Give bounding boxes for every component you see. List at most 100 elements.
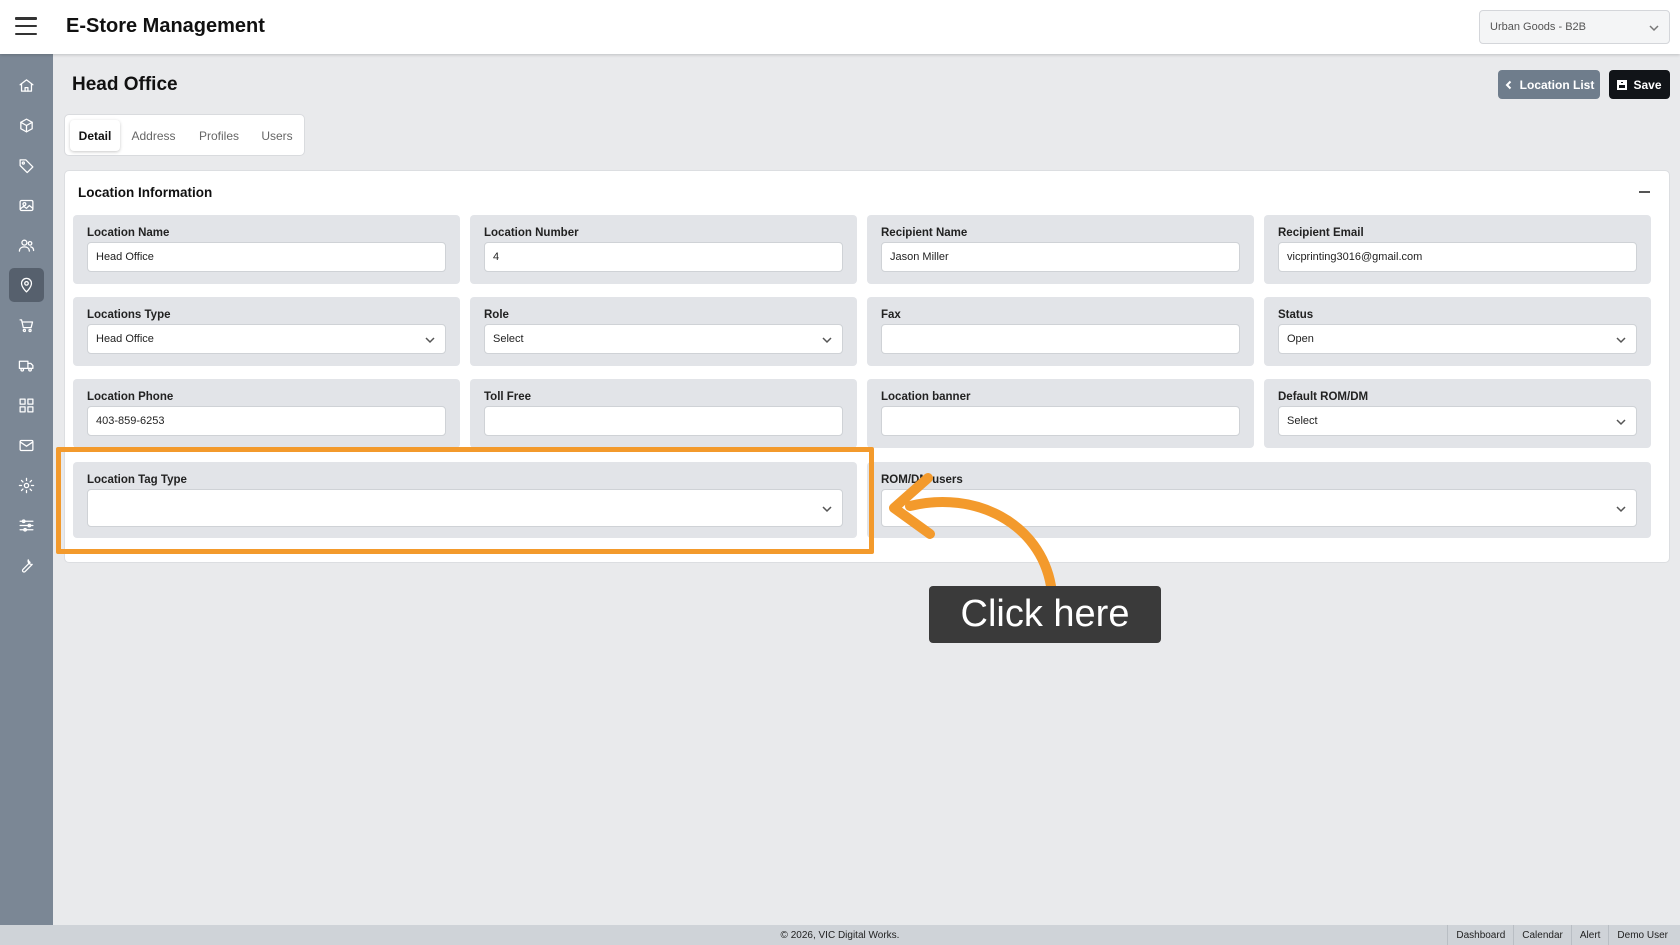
toll-free-input[interactable] [484,406,843,436]
gear-icon [18,477,35,493]
chevron-down-icon [822,335,832,347]
sidebar-item-media[interactable] [9,188,44,222]
truck-icon [18,360,34,372]
role-select[interactable]: Select [484,324,843,354]
copyright-text: © 2026, VIC Digital Works. [780,930,900,941]
recipient-email-input[interactable]: vicprinting3016@gmail.com [1278,242,1637,272]
footer-links: Dashboard Calendar Alert Demo User [1447,925,1676,945]
store-selector[interactable]: Urban Goods - B2B [1479,10,1670,44]
sidebar-item-tags[interactable] [9,148,44,182]
default-rom-dm-field: Default ROM/DM Select [1264,379,1651,448]
toll-free-field: Toll Free [470,379,857,448]
location-list-button-label: Location List [1519,77,1595,92]
chevron-down-icon [822,504,832,516]
chevron-left-icon [1505,80,1511,89]
locations-type-select[interactable]: Head Office [87,324,446,354]
location-number-input[interactable]: 4 [484,242,843,272]
sidebar-item-customers[interactable] [9,228,44,262]
sidebar-item-shipping[interactable] [9,348,44,382]
recipient-name-input[interactable]: Jason Miller [881,242,1240,272]
app-title: E-Store Management [66,15,265,37]
sidebar [0,54,53,925]
locations-type-label: Locations Type [87,309,171,321]
save-button-label: Save [1633,77,1662,92]
chevron-down-icon [425,335,435,347]
rom-dm-users-select[interactable] [881,489,1637,527]
location-tag-type-field: Location Tag Type [73,462,857,538]
mail-icon [19,439,34,451]
locations-type-field: Locations Type Head Office [73,297,460,366]
card-title: Location Information [78,185,213,200]
tab-address[interactable]: Address [126,120,181,151]
recipient-name-label: Recipient Name [881,227,968,239]
status-value: Open [1287,333,1314,345]
location-banner-label: Location banner [881,391,971,403]
tab-detail[interactable]: Detail [70,120,120,151]
tag-icon [19,158,34,173]
sidebar-item-products[interactable] [9,108,44,142]
location-tag-type-select[interactable] [87,489,843,527]
save-button[interactable]: Save [1609,70,1670,99]
location-phone-field: Location Phone 403-859-6253 [73,379,460,448]
rom-dm-users-field: ROM/DM users [867,462,1651,538]
status-label: Status [1278,309,1314,321]
fax-input[interactable] [881,324,1240,354]
box-icon [20,117,33,133]
default-rom-dm-value: Select [1287,415,1318,427]
role-field: Role Select [470,297,857,366]
chevron-down-icon [1616,504,1626,516]
location-banner-input[interactable] [881,406,1240,436]
store-selector-value: Urban Goods - B2B [1490,21,1586,33]
home-icon [19,78,34,92]
footer: © 2026, VIC Digital Works. Dashboard Cal… [0,925,1680,945]
location-name-input[interactable]: Head Office [87,242,446,272]
sidebar-item-tools[interactable] [9,548,44,582]
location-phone-label: Location Phone [87,391,174,403]
fax-label: Fax [881,309,901,321]
default-rom-dm-label: Default ROM/DM [1278,391,1369,403]
default-rom-dm-select[interactable]: Select [1278,406,1637,436]
sidebar-item-locations[interactable] [9,268,44,302]
locations-type-value: Head Office [96,333,154,345]
sidebar-item-catalog[interactable] [9,388,44,422]
location-tag-type-label: Location Tag Type [87,474,187,486]
sidebar-item-settings[interactable] [9,468,44,502]
save-icon [1617,79,1628,90]
location-name-label: Location Name [87,227,170,239]
sidebar-item-messages[interactable] [9,428,44,462]
footer-link-alert[interactable]: Alert [1570,925,1609,945]
top-bar: E-Store Management Urban Goods - B2B [0,0,1680,54]
footer-link-calendar[interactable]: Calendar [1513,925,1571,945]
tab-users[interactable]: Users [255,120,299,151]
footer-link-user[interactable]: Demo User [1608,925,1676,945]
recipient-name-field: Recipient Name Jason Miller [867,215,1254,284]
recipient-email-label: Recipient Email [1278,227,1364,239]
users-icon [18,239,35,252]
location-list-button[interactable]: Location List [1498,70,1600,99]
location-banner-field: Location banner [867,379,1254,448]
role-label: Role [484,309,509,321]
rom-dm-users-label: ROM/DM users [881,474,963,486]
sidebar-item-home[interactable] [9,68,44,102]
recipient-email-field: Recipient Email vicprinting3016@gmail.co… [1264,215,1651,284]
toll-free-label: Toll Free [484,391,532,403]
grid-icon [19,397,34,413]
location-pin-icon [20,277,33,293]
cart-icon [19,318,34,332]
chevron-down-icon [1649,23,1659,35]
status-select[interactable]: Open [1278,324,1637,354]
footer-link-dashboard[interactable]: Dashboard [1447,925,1513,945]
chevron-down-icon [1616,335,1626,347]
wrench-icon [21,558,33,573]
role-value: Select [493,333,524,345]
tutorial-tooltip: Click here [929,586,1161,643]
collapse-icon[interactable] [1639,191,1650,193]
sliders-icon [19,518,34,532]
tab-profiles[interactable]: Profiles [189,120,249,151]
fax-field: Fax [867,297,1254,366]
location-phone-input[interactable]: 403-859-6253 [87,406,446,436]
sidebar-item-orders[interactable] [9,308,44,342]
hamburger-menu-icon[interactable] [15,17,37,35]
sidebar-item-configuration[interactable] [9,508,44,542]
status-field: Status Open [1264,297,1651,366]
